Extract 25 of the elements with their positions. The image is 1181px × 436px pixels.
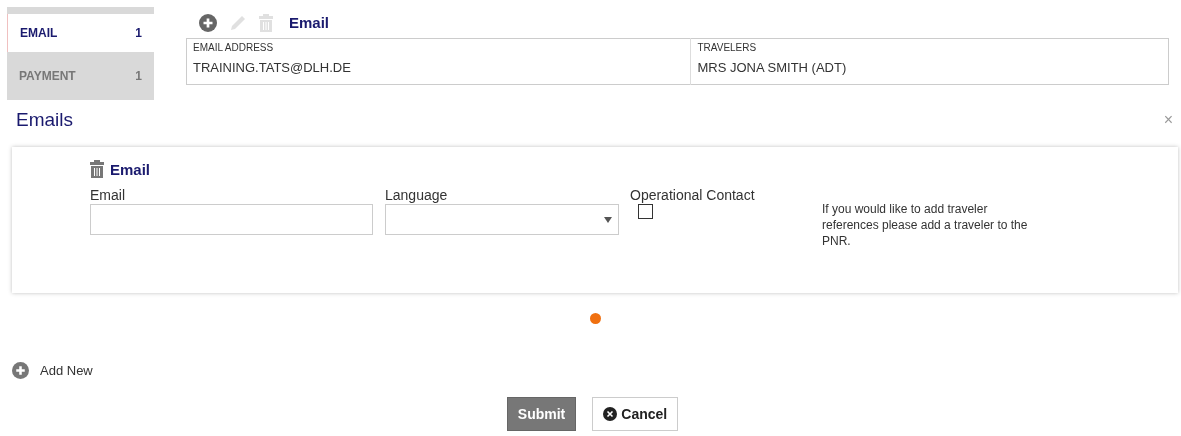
- submit-button[interactable]: Submit: [506, 397, 577, 431]
- loading-dot-icon: [590, 313, 601, 324]
- email-field[interactable]: [90, 204, 373, 235]
- add-icon[interactable]: [199, 13, 217, 32]
- field-label: Operational Contact: [630, 187, 756, 203]
- section-title: Email: [289, 14, 330, 31]
- column-header: EMAIL ADDRESS: [186, 38, 691, 53]
- info-text: If you would like to add traveler references please add a traveler to the PNR.: [822, 201, 1029, 250]
- table-cell: TRAINING.TATS@DLH.DE: [186, 53, 691, 85]
- sidebar-item[interactable]: EMAIL 1: [7, 14, 154, 52]
- column-header: TRAVELERS: [690, 38, 1169, 53]
- add-icon[interactable]: [12, 362, 29, 379]
- table-cell: MRS JONA SMITH (ADT): [690, 53, 1169, 85]
- field-label: Language: [385, 187, 449, 203]
- item-count: 1: [135, 69, 142, 83]
- entry-title: Email: [110, 160, 151, 178]
- dialog-title: Emails: [16, 109, 73, 131]
- field-label: Email: [90, 187, 126, 203]
- checkbox[interactable]: [638, 204, 653, 219]
- trash-icon[interactable]: [90, 160, 104, 178]
- item-count: 1: [135, 26, 142, 40]
- cancel-button[interactable]: Cancel: [592, 397, 679, 431]
- close-icon: [603, 407, 618, 421]
- add-new-link[interactable]: Add New: [40, 363, 93, 378]
- dropdown-caret-icon: [604, 216, 612, 223]
